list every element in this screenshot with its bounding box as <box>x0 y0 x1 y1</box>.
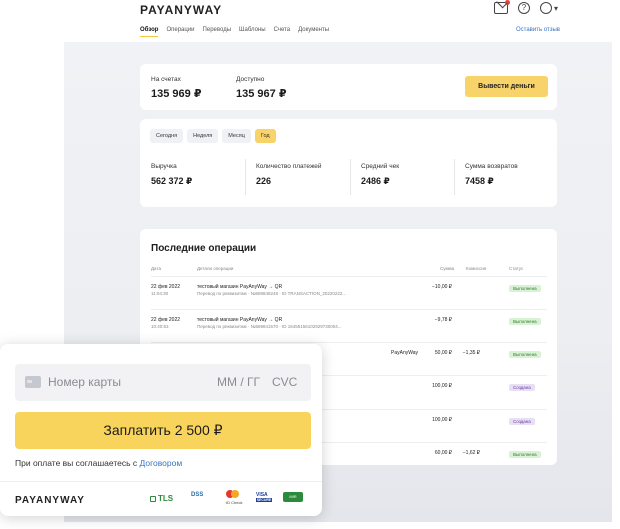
tls-badge: TLS <box>150 494 173 503</box>
row-details: Перевод по реквизитам · №589841570 · ID … <box>197 324 342 329</box>
mir-badge: MIR <box>283 492 303 502</box>
row-amount: 60,00 ₽ <box>434 450 452 456</box>
status-badge: Выполнена <box>509 351 541 358</box>
feedback-link[interactable]: Оставить отзыв <box>516 27 560 33</box>
table-row[interactable]: 22 фев 2022 10:40:53 тестовый магазин Pa… <box>151 309 547 339</box>
row-date: 22 фев 2022 <box>151 284 181 290</box>
available-label: Доступно <box>236 76 265 83</box>
stat-label: Количество платежей <box>256 163 322 170</box>
period-month[interactable]: Месяц <box>222 129 251 143</box>
row-details: Перевод по реквизитам · №589848248 · ID … <box>197 291 347 296</box>
accounts-value: 135 969 ₽ <box>151 88 202 100</box>
tab-transfers[interactable]: Переводы <box>203 27 231 37</box>
row-amount: 50,00 ₽ <box>434 350 452 356</box>
tab-operations[interactable]: Операции <box>166 27 194 37</box>
period-switcher: Сегодня Неделя Месяц Год <box>150 129 276 143</box>
row-fee: −1,35 ₽ <box>462 350 480 356</box>
row-fee: −1,62 ₽ <box>462 450 480 456</box>
row-amount: 100,00 ₽ <box>432 383 452 389</box>
mastercard-id-check-badge: ID Check <box>226 490 242 505</box>
chevron-down-icon[interactable]: ▾ <box>554 4 558 13</box>
row-date: 22 фев 2022 <box>151 317 181 323</box>
stat-value: 7458 ₽ <box>465 176 494 186</box>
stat-revenue: Выручка 562 372 ₽ <box>151 163 192 187</box>
withdraw-button[interactable]: Вывести деньги <box>465 76 548 97</box>
mastercard-label: ID Check <box>226 500 243 505</box>
main-nav: Обзор Операции Переводы Шаблоны Счета До… <box>140 27 329 37</box>
stat-refunds: Сумма возвратов 7458 ₽ <box>465 163 518 187</box>
row-shop: тестовый магазин PayAnyWay → QR <box>197 284 283 290</box>
pay-button[interactable]: Заплатить 2 500 ₽ <box>15 412 311 449</box>
stat-payments-count: Количество платежей 226 <box>256 163 322 186</box>
stat-average-check: Средний чек 2486 ₽ <box>361 163 399 187</box>
credit-card-icon <box>25 376 41 388</box>
row-amount: −10,00 ₽ <box>431 284 452 290</box>
divider <box>0 481 322 482</box>
payment-widget: Номер карты ММ / ГГ CVC Заплатить 2 500 … <box>0 344 322 516</box>
status-badge: Выполнена <box>509 318 541 325</box>
stat-label: Выручка <box>151 163 177 170</box>
period-today[interactable]: Сегодня <box>150 129 184 143</box>
top-bar: PAYANYWAY ? ▾ Обзор Операции Переводы Ша… <box>0 0 620 42</box>
row-time: 11:04:30 <box>151 291 169 296</box>
payanyway-logo: PAYANYWAY <box>15 495 85 506</box>
col-fee: Комиссия <box>466 266 487 271</box>
divider <box>454 159 455 195</box>
balance-available: Доступно 135 967 ₽ <box>236 76 286 100</box>
period-year[interactable]: Год <box>254 129 276 143</box>
divider <box>350 159 351 195</box>
status-badge: Создана <box>509 418 535 425</box>
row-shop: тестовый магазин PayAnyWay → QR <box>197 317 283 323</box>
header-icons: ? ▾ <box>493 0 558 14</box>
tab-templates[interactable]: Шаблоны <box>239 27 266 37</box>
col-details: Детали операции <box>197 266 234 271</box>
table-row[interactable]: 22 фев 2022 11:04:30 тестовый магазин Pa… <box>151 276 547 306</box>
row-amount: −9,78 ₽ <box>434 317 452 323</box>
tab-documents[interactable]: Документы <box>298 27 329 37</box>
expiry-input[interactable]: ММ / ГГ <box>217 375 260 389</box>
visa-secure-badge: VISA SECURE <box>256 492 272 502</box>
tls-label: TLS <box>158 494 174 503</box>
stats-card: Сегодня Неделя Месяц Год Выручка 562 372… <box>140 119 557 207</box>
col-amount: Сумма <box>440 266 455 271</box>
agreement-prefix: При оплате вы соглашаетесь с <box>15 458 140 468</box>
notification-dot <box>504 0 510 5</box>
col-date: Дата <box>151 266 161 271</box>
available-value: 135 967 ₽ <box>236 88 287 100</box>
card-number-input[interactable]: Номер карты <box>48 375 121 389</box>
balance-accounts: На счетах 135 969 ₽ <box>151 76 201 100</box>
stat-value: 562 372 ₽ <box>151 176 193 186</box>
help-chat-icon[interactable]: ? <box>517 2 530 14</box>
agreement-text: При оплате вы соглашаетесь с Договором <box>15 458 182 468</box>
pci-dss-badge: DSS <box>191 492 204 498</box>
stat-label: Средний чек <box>361 163 400 170</box>
visa-secure-label: SECURE <box>256 498 272 502</box>
stat-value: 2486 ₽ <box>361 176 390 186</box>
status-badge: Выполнена <box>509 451 541 458</box>
operations-title: Последние операции <box>151 243 257 254</box>
tab-accounts[interactable]: Счета <box>274 27 291 37</box>
row-amount: 100,00 ₽ <box>432 417 452 423</box>
row-time: 10:40:53 <box>151 324 169 329</box>
stat-value: 226 <box>256 176 272 186</box>
divider <box>245 159 246 195</box>
status-badge: Выполнена <box>509 285 541 292</box>
tab-overview[interactable]: Обзор <box>140 27 159 37</box>
logo[interactable]: PAYANYWAY <box>140 3 222 17</box>
stat-label: Сумма возвратов <box>465 163 518 170</box>
user-icon[interactable] <box>539 2 552 14</box>
accounts-label: На счетах <box>151 76 181 83</box>
lock-icon <box>150 496 156 502</box>
cvc-input[interactable]: CVC <box>272 375 297 389</box>
period-week[interactable]: Неделя <box>187 129 219 143</box>
contract-link[interactable]: Договором <box>140 458 183 468</box>
mastercard-icon-overlap <box>231 490 239 498</box>
status-badge: Создана <box>509 384 535 391</box>
card-input-field[interactable]: Номер карты ММ / ГГ CVC <box>15 364 311 401</box>
row-shop: PayAnyWay <box>391 350 419 356</box>
mail-icon[interactable] <box>493 0 510 14</box>
col-status: Статус <box>509 266 524 271</box>
balance-card: На счетах 135 969 ₽ Доступно 135 967 ₽ В… <box>140 64 557 110</box>
